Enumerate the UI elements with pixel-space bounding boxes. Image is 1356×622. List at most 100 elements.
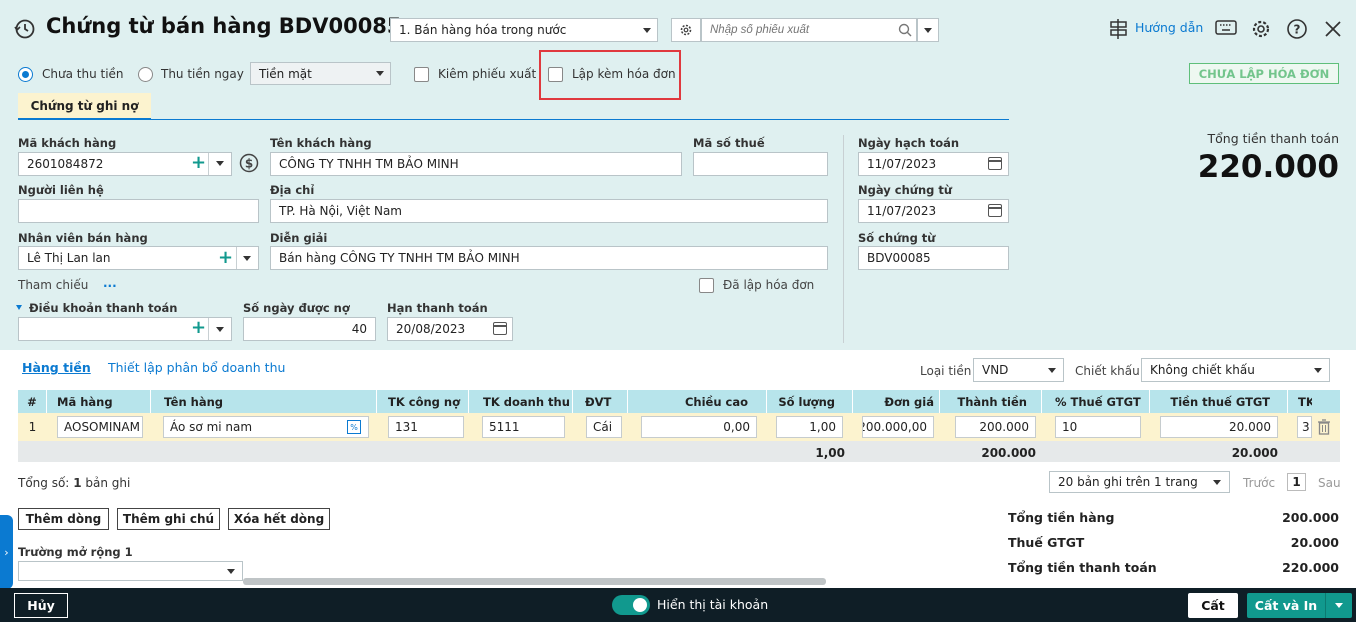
footer-amount: 200.000: [981, 446, 1036, 460]
row-revenue-account[interactable]: 5111: [482, 416, 565, 438]
row-vat-amount[interactable]: 20.000: [1160, 416, 1278, 438]
row-debt-account[interactable]: 131: [388, 416, 464, 438]
save-button[interactable]: Cất: [1188, 593, 1238, 618]
row-quantity[interactable]: 1,00: [776, 416, 843, 438]
invoiced-checkbox[interactable]: [699, 278, 714, 293]
chevron-down-icon: [1314, 368, 1322, 373]
salesperson-label: Nhân viên bán hàng: [18, 231, 148, 245]
current-page[interactable]: 1: [1287, 473, 1306, 491]
svg-text:?: ?: [1294, 23, 1301, 37]
discount-value: Không chiết khấu: [1150, 363, 1255, 377]
save-print-button[interactable]: Cất và In: [1247, 593, 1325, 618]
add-salesperson-icon[interactable]: +: [218, 249, 233, 267]
chevron-down-icon[interactable]: [216, 327, 224, 332]
footer-quantity: 1,00: [815, 446, 845, 460]
col-unit-price: Đơn giá: [853, 390, 940, 413]
save-print-dropdown[interactable]: [1325, 593, 1352, 618]
address-field[interactable]: TP. Hà Nội, Việt Nam: [270, 199, 828, 223]
extension-field-label: Trường mở rộng 1: [18, 545, 133, 559]
tab-goods[interactable]: Hàng tiền: [22, 360, 91, 375]
search-icon[interactable]: [898, 23, 912, 37]
voucher-search-input[interactable]: [701, 18, 917, 42]
signpost-icon[interactable]: [1108, 19, 1130, 39]
tab-debit-voucher[interactable]: Chứng từ ghi nợ: [18, 93, 151, 120]
payment-method-select[interactable]: Tiền mặt: [250, 62, 391, 85]
close-icon[interactable]: [1324, 20, 1342, 38]
extension-field-select[interactable]: [18, 561, 243, 581]
sale-type-select[interactable]: 1. Bán hàng hóa trong nước: [390, 18, 658, 42]
cancel-button[interactable]: Hủy: [14, 593, 68, 618]
chevron-down-icon: [643, 28, 651, 33]
customer-name-field[interactable]: CÔNG TY TNHH TM BẢO MINH: [270, 152, 682, 176]
expand-panel-handle[interactable]: ›: [0, 515, 13, 589]
col-revenue-account: TK doanh thu: [469, 390, 573, 413]
unpaid-radio[interactable]: [18, 67, 33, 82]
voucher-no-value: BDV00085: [867, 251, 931, 265]
invoiced-label: Đã lập hóa đơn: [723, 278, 815, 292]
row-amount[interactable]: 200.000: [955, 416, 1036, 438]
collapse-icon[interactable]: [16, 305, 22, 310]
days-field[interactable]: 40: [243, 317, 376, 341]
invoice-status-button[interactable]: CHƯA LẬP HÓA ĐƠN: [1189, 63, 1339, 84]
paid-radio[interactable]: [138, 67, 153, 82]
payment-method-value: Tiền mặt: [259, 66, 312, 81]
tab-revenue-allocation[interactable]: Thiết lập phân bổ doanh thu: [108, 360, 285, 375]
invoice-checkbox[interactable]: [548, 67, 563, 82]
customer-name-value: CÔNG TY TNHH TM BẢO MINH: [279, 157, 459, 171]
trash-icon[interactable]: [1317, 419, 1331, 435]
calendar-icon[interactable]: [988, 204, 1002, 217]
tax-code-field[interactable]: [693, 152, 828, 176]
page-size-select[interactable]: 20 bản ghi trên 1 trang: [1049, 471, 1230, 493]
col-item-code: Mã hàng: [47, 390, 151, 413]
row-account[interactable]: 3: [1297, 416, 1312, 438]
row-index: 1: [28, 420, 37, 434]
col-debt-account: TK công nợ: [377, 390, 469, 413]
history-icon[interactable]: [14, 18, 36, 40]
chevron-down-icon[interactable]: [243, 256, 251, 261]
dollar-icon[interactable]: $: [239, 153, 259, 173]
col-amount: Thành tiền: [940, 390, 1042, 413]
chevron-down-icon[interactable]: [216, 161, 224, 166]
summary-goods-value: 200.000: [1282, 510, 1339, 525]
row-height[interactable]: 0,00: [641, 416, 757, 438]
prev-page-button[interactable]: Trước: [1243, 476, 1275, 490]
next-page-button[interactable]: Sau: [1318, 476, 1341, 490]
discount-select[interactable]: Không chiết khấu: [1141, 358, 1330, 382]
chevron-down-icon: [376, 71, 384, 76]
row-unit[interactable]: Cái: [586, 416, 622, 438]
voucher-no-field[interactable]: BDV00085: [858, 246, 1009, 270]
reference-more-link[interactable]: ...: [103, 276, 117, 290]
add-row-button[interactable]: Thêm dòng: [18, 508, 109, 530]
row-vat-rate[interactable]: 10: [1055, 416, 1141, 438]
add-customer-icon[interactable]: +: [191, 154, 206, 172]
add-terms-icon[interactable]: +: [191, 319, 206, 337]
posting-date-field[interactable]: 11/07/2023: [858, 152, 1009, 176]
row-unit-price[interactable]: 200.000,00: [862, 416, 934, 438]
currency-value: VND: [982, 363, 1009, 377]
due-date-value: 20/08/2023: [396, 322, 466, 336]
delivery-checkbox[interactable]: [414, 67, 429, 82]
voucher-date-field[interactable]: 11/07/2023: [858, 199, 1009, 223]
record-count-prefix: Tổng số:: [18, 476, 70, 490]
keyboard-icon[interactable]: [1215, 20, 1237, 36]
help-link[interactable]: Hướng dẫn: [1135, 20, 1203, 35]
add-note-button[interactable]: Thêm ghi chú: [117, 508, 220, 530]
contact-field[interactable]: [18, 199, 259, 223]
chevron-down-icon: [1335, 603, 1343, 608]
row-item-name[interactable]: Áo sơ mi nam: [163, 416, 369, 438]
delete-all-button[interactable]: Xóa hết dòng: [228, 508, 330, 530]
days-value: 40: [351, 322, 367, 336]
gear-icon[interactable]: [1250, 18, 1272, 40]
description-field[interactable]: Bán hàng CÔNG TY TNHH TM BẢO MINH: [270, 246, 828, 270]
description-value: Bán hàng CÔNG TY TNHH TM BẢO MINH: [279, 251, 520, 265]
calendar-icon[interactable]: [493, 322, 507, 335]
horizontal-scrollbar[interactable]: [243, 578, 826, 585]
voucher-date-label: Ngày chứng từ: [858, 183, 953, 197]
discount-label: Chiết khấu: [1075, 364, 1140, 378]
show-accounts-toggle[interactable]: [612, 595, 650, 615]
percent-icon[interactable]: %: [347, 420, 361, 434]
help-icon[interactable]: ?: [1286, 18, 1308, 40]
row-item-code[interactable]: AOSOMINAM: [57, 416, 143, 438]
search-settings-button[interactable]: [671, 18, 701, 42]
calendar-icon[interactable]: [988, 157, 1002, 170]
